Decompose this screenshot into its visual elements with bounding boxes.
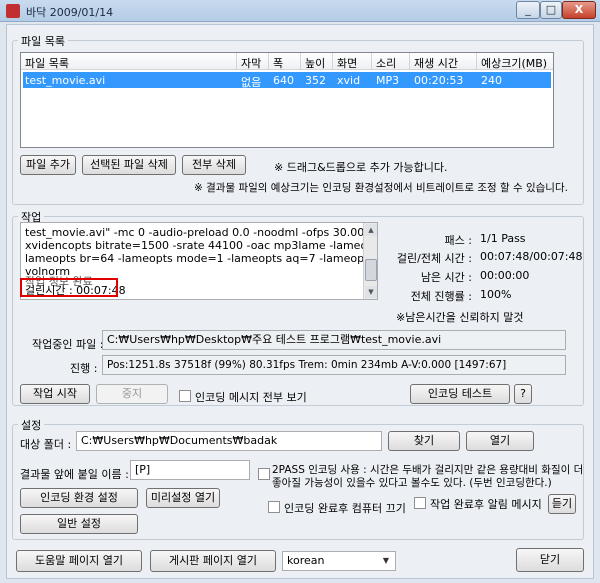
col-width[interactable]: 폭	[273, 55, 283, 71]
delete-all-button[interactable]: 전부 삭제	[182, 155, 246, 175]
col-audio[interactable]: 소리	[376, 55, 396, 71]
twopass-checkbox[interactable]	[258, 468, 270, 480]
start-button[interactable]: 작업 시작	[20, 384, 90, 404]
add-file-button[interactable]: 파일 추가	[20, 155, 76, 175]
file-table[interactable]: 파일 목록 자막 폭 높이 화면 소리 재생 시간 예상크기(MB) test_…	[20, 52, 554, 148]
encoding-test-button[interactable]: 인코딩 테스트	[410, 384, 510, 404]
help-page-button[interactable]: 도움말 페이지 열기	[16, 550, 142, 572]
stop-button[interactable]: 중지	[96, 384, 168, 404]
target-folder-field[interactable]: C:₩Users₩hp₩Documents₩badak	[76, 431, 382, 451]
col-filename[interactable]: 파일 목록	[25, 55, 69, 71]
app-icon	[6, 4, 20, 18]
language-selected: korean	[287, 554, 325, 567]
shutdown-checkbox[interactable]	[268, 501, 280, 513]
size-note: ※ 결과물 파일의 예상크기는 인코딩 환경설정에서 비트레이트로 조정 할 수…	[194, 182, 568, 194]
drag-drop-note: ※ 드래그&드롭으로 추가 가능합니다.	[274, 161, 448, 174]
close-button[interactable]: 닫기	[516, 548, 584, 572]
help-button[interactable]: ?	[514, 384, 532, 404]
log-line: lameopts br=64 -lameopts mode=1 -lameopt…	[25, 252, 377, 265]
cell-width: 640	[273, 74, 294, 87]
listen-button[interactable]: 듣기	[548, 494, 576, 514]
close-window-button[interactable]: X	[562, 1, 596, 19]
preset-button[interactable]: 미리설정 열기	[146, 488, 220, 508]
shutdown-label: 인코딩 완료후 컴퓨터 끄기	[284, 502, 406, 515]
log-line: xvidencopts bitrate=1500 -srate 44100 -o…	[25, 239, 377, 252]
progress-field[interactable]: Pos:1251.8s 37518f (99%) 80.31fps Trem: …	[102, 355, 566, 375]
remaining-note: ※남은시간을 신뢰하지 말것	[396, 311, 524, 324]
remaining-label: 남은 시간 :	[420, 271, 472, 284]
show-all-messages-label: 인코딩 메시지 전부 보기	[195, 391, 307, 404]
browse-button[interactable]: 찾기	[388, 431, 460, 451]
scroll-up-icon[interactable]: ▲	[365, 224, 377, 236]
settings-group-label: 설정	[18, 417, 45, 433]
notify-checkbox[interactable]	[414, 497, 426, 509]
delete-selected-button[interactable]: 선택된 파일 삭제	[82, 155, 176, 175]
current-file-label: 작업중인 파일 :	[32, 338, 104, 351]
cell-subtitle: 없음	[241, 76, 262, 89]
encoding-settings-button[interactable]: 인코딩 환경 설정	[20, 488, 138, 508]
scroll-down-icon[interactable]: ▼	[365, 286, 377, 298]
col-height[interactable]: 높이	[305, 55, 325, 71]
highlight-box	[20, 278, 118, 297]
general-settings-button[interactable]: 일반 설정	[20, 514, 138, 534]
cell-audio: MP3	[376, 74, 400, 87]
board-page-button[interactable]: 게시판 페이지 열기	[150, 550, 276, 572]
prefix-label: 결과물 앞에 붙일 이름 :	[20, 468, 129, 481]
dropdown-arrow-icon[interactable]: ▼	[379, 554, 393, 568]
total-progress-label: 전체 진행률 :	[410, 290, 472, 303]
title-bar[interactable]: 바닥 2009/01/14 _ □ X	[0, 0, 600, 22]
col-video[interactable]: 화면	[337, 55, 357, 71]
pass-label: 패스 :	[444, 234, 472, 247]
show-all-messages-checkbox[interactable]	[179, 390, 191, 402]
cell-video: xvid	[337, 74, 361, 87]
elapsed-total-value: 00:07:48/00:07:48	[480, 250, 583, 263]
col-estimated-size[interactable]: 예상크기(MB)	[481, 55, 547, 71]
scroll-thumb[interactable]	[365, 259, 377, 281]
notify-label: 작업 완료후 알림 메시지	[430, 498, 542, 511]
log-scrollbar[interactable]: ▲ ▼	[363, 223, 377, 299]
cell-estimated-size: 240	[481, 74, 502, 87]
table-row[interactable]: test_movie.avi 없음 640 352 xvid MP3 00:20…	[23, 72, 551, 89]
pass-value: 1/1 Pass	[480, 232, 526, 245]
col-subtitle[interactable]: 자막	[241, 55, 261, 71]
open-folder-button[interactable]: 열기	[466, 431, 534, 451]
twopass-label-line2: 좋아질 가능성이 있을수 있다고 볼수도 있다. (두번 인코딩한다.)	[272, 477, 552, 489]
remaining-value: 00:00:00	[480, 269, 530, 282]
log-line: test_movie.avi" -mc 0 -audio-preload 0.0…	[25, 226, 377, 239]
window-title: 바닥 2009/01/14	[26, 6, 114, 19]
elapsed-total-label: 걸린/전체 시간 :	[396, 252, 472, 265]
cell-height: 352	[305, 74, 326, 87]
maximize-button[interactable]: □	[540, 1, 562, 19]
file-table-header: 파일 목록 자막 폭 높이 화면 소리 재생 시간 예상크기(MB)	[21, 53, 553, 70]
cell-filename: test_movie.avi	[25, 74, 106, 87]
prefix-field[interactable]: [P]	[130, 460, 250, 480]
language-select[interactable]: korean ▼	[282, 551, 396, 571]
target-folder-label: 대상 폴더 :	[20, 438, 72, 451]
progress-label: 진행 :	[70, 362, 98, 375]
total-progress-value: 100%	[480, 288, 512, 301]
file-list-group-label: 파일 목록	[18, 33, 68, 49]
current-file-field[interactable]: C:₩Users₩hp₩Desktop₩주요 테스트 프로그램₩test_mov…	[102, 330, 566, 350]
minimize-button[interactable]: _	[516, 1, 540, 19]
col-duration[interactable]: 재생 시간	[414, 55, 458, 71]
cell-duration: 00:20:53	[414, 74, 464, 87]
